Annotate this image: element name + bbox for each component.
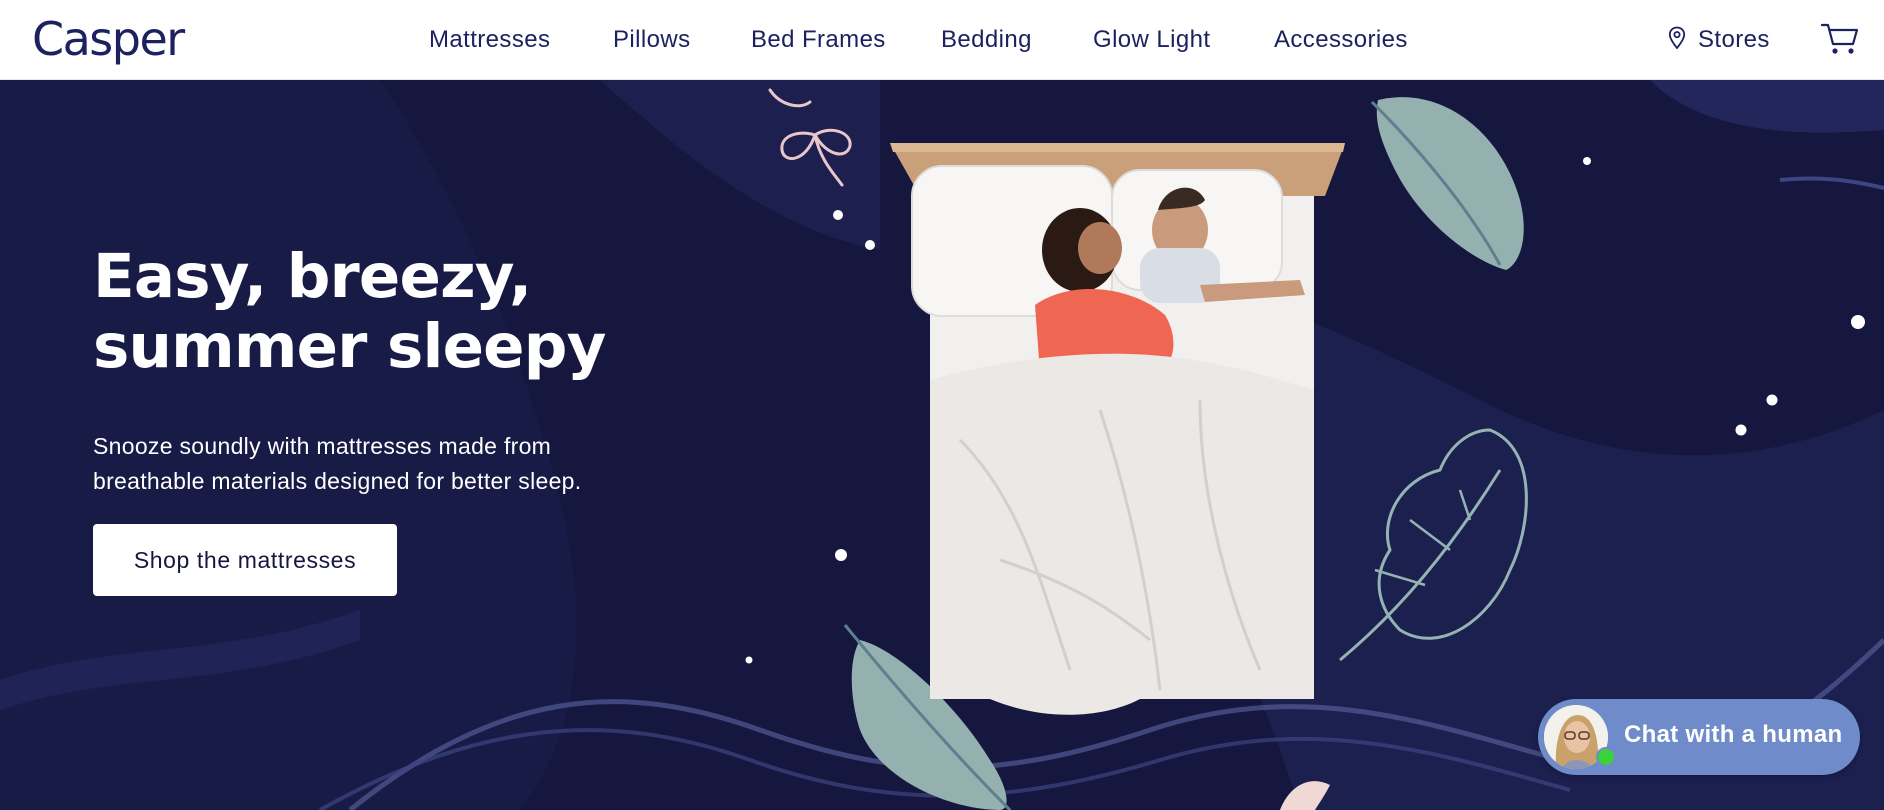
hero-headline: Easy, breezy, summer sleepy [93, 242, 693, 382]
hero-headline-line1: Easy, breezy, [93, 241, 532, 312]
location-pin-icon [1668, 26, 1686, 55]
site-header: Casper Mattresses Pillows Bed Frames Bed… [0, 0, 1884, 80]
nav-item-bed-frames[interactable]: Bed Frames [751, 25, 886, 55]
stores-link[interactable]: Stores [1668, 25, 1770, 55]
online-status-dot [1596, 747, 1616, 767]
casper-logo[interactable]: Casper [32, 12, 185, 66]
hero-subtext: Snooze soundly with mattresses made from… [93, 429, 653, 499]
hero-subtext-line1: Snooze soundly with mattresses made from [93, 433, 552, 459]
nav-item-accessories[interactable]: Accessories [1274, 25, 1408, 55]
hero-headline-line2: summer sleepy [93, 311, 606, 382]
hero-subtext-line2: breathable materials designed for better… [93, 468, 582, 494]
nav-item-bedding[interactable]: Bedding [941, 25, 1032, 55]
nav-item-pillows[interactable]: Pillows [613, 25, 690, 55]
shop-mattresses-button[interactable]: Shop the mattresses [93, 524, 397, 596]
nav-item-mattresses[interactable]: Mattresses [429, 25, 550, 55]
cart-icon[interactable] [1820, 20, 1860, 61]
chat-label: Chat with a human [1624, 721, 1843, 748]
nav-item-glow-light[interactable]: Glow Light [1093, 25, 1210, 55]
stores-label: Stores [1698, 26, 1770, 53]
chat-with-human-button[interactable]: Chat with a human [1538, 699, 1860, 775]
